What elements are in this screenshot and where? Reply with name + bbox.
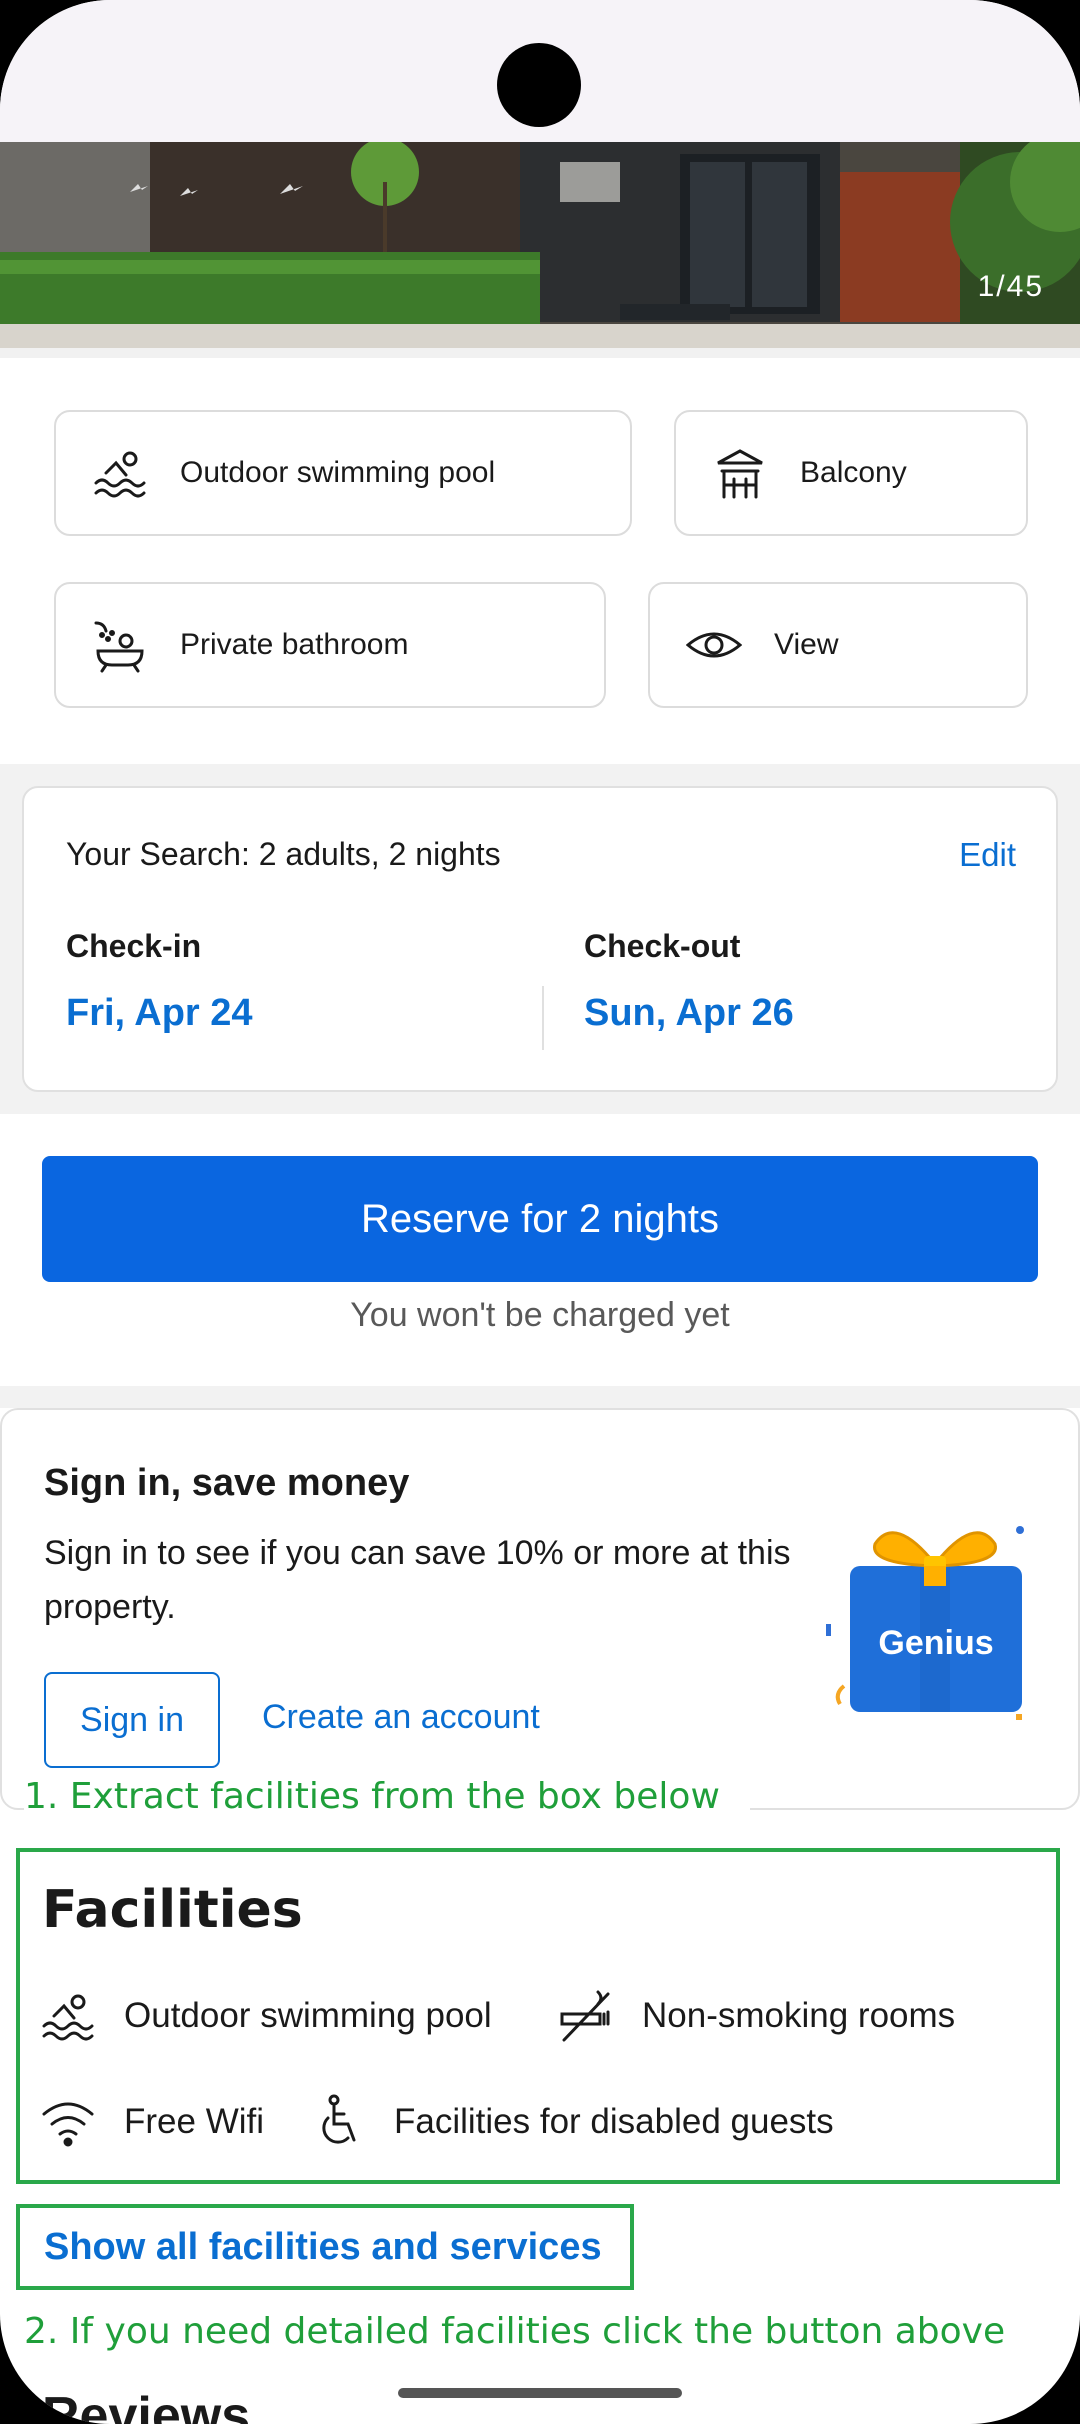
checkin-label: Check-in [66, 928, 202, 964]
genius-gift-illustration: Genius [820, 1504, 1040, 1729]
bathtub-icon [90, 615, 150, 675]
edit-search-link[interactable]: Edit [959, 836, 1016, 874]
facility-label: Facilities for disabled guests [394, 2102, 834, 2141]
photo-illustration [0, 142, 1080, 348]
facilities-title: Facilities [42, 1880, 303, 1940]
signin-title: Sign in, save money [44, 1462, 410, 1504]
amenity-chip-balcony[interactable]: Balcony [674, 410, 1028, 536]
facility-item: Free Wifi [38, 2092, 264, 2152]
search-summary: Your Search: 2 adults, 2 nights [66, 836, 501, 872]
show-all-facilities-label: Show all facilities and services [44, 2225, 602, 2268]
date-divider [542, 986, 544, 1050]
amenity-chip-pool[interactable]: Outdoor swimming pool [54, 410, 632, 536]
camera-cutout [497, 43, 581, 127]
facility-item: Facilities for disabled guests [308, 2092, 834, 2152]
signin-description: Sign in to see if you can save 10% or mo… [44, 1534, 791, 1626]
phone-screen: 1/45 Outdoor swimming pool Balcony Priva… [0, 0, 1080, 2424]
genius-badge-text: Genius [878, 1624, 993, 1662]
facility-label: Free Wifi [124, 2102, 264, 2141]
facility-label: Outdoor swimming pool [124, 1996, 492, 2035]
property-photo[interactable]: 1/45 [0, 142, 1080, 348]
amenity-label: Balcony [800, 456, 907, 489]
facility-label: Non-smoking rooms [642, 1996, 956, 2035]
amenity-label: View [774, 628, 839, 661]
facility-item: Outdoor swimming pool [38, 1986, 492, 2046]
instruction-annotation-2: 2. If you need detailed facilities click… [24, 2304, 1034, 2364]
create-account-link[interactable]: Create an account [262, 1698, 540, 1737]
amenity-label: Private bathroom [180, 628, 409, 661]
home-indicator[interactable] [398, 2388, 682, 2398]
section-gap [0, 1386, 1080, 1408]
no-smoking-icon [556, 1986, 616, 2046]
reserve-button[interactable]: Reserve for 2 nights [42, 1156, 1038, 1282]
swimming-pool-icon [38, 1986, 98, 2046]
sign-in-button[interactable]: Sign in [44, 1672, 220, 1768]
photo-divider [0, 348, 1080, 358]
balcony-icon [710, 443, 770, 503]
checkout-label: Check-out [584, 928, 741, 964]
amenity-chip-bathroom[interactable]: Private bathroom [54, 582, 606, 708]
instruction-annotation-1: 1. Extract facilities from the box below [24, 1770, 750, 1832]
wheelchair-icon [308, 2092, 368, 2152]
charge-note: You won't be charged yet [350, 1296, 730, 1334]
reviews-heading: Reviews [42, 2387, 251, 2424]
checkout-date[interactable]: Sun, Apr 26 [584, 992, 794, 1035]
show-all-facilities-button[interactable]: Show all facilities and services [16, 2204, 634, 2290]
eye-icon [684, 615, 744, 675]
swimming-pool-icon [90, 443, 150, 503]
signin-card: Sign in, save money Sign in to see if yo… [0, 1408, 1080, 1810]
search-summary-card: Your Search: 2 adults, 2 nights Edit Che… [22, 786, 1058, 1092]
amenity-label: Outdoor swimming pool [180, 456, 496, 489]
facility-item: Non-smoking rooms [556, 1986, 955, 2046]
checkin-date[interactable]: Fri, Apr 24 [66, 992, 253, 1035]
photo-counter: 1/45 [977, 270, 1044, 303]
amenity-chip-view[interactable]: View [648, 582, 1028, 708]
wifi-icon [38, 2092, 98, 2152]
